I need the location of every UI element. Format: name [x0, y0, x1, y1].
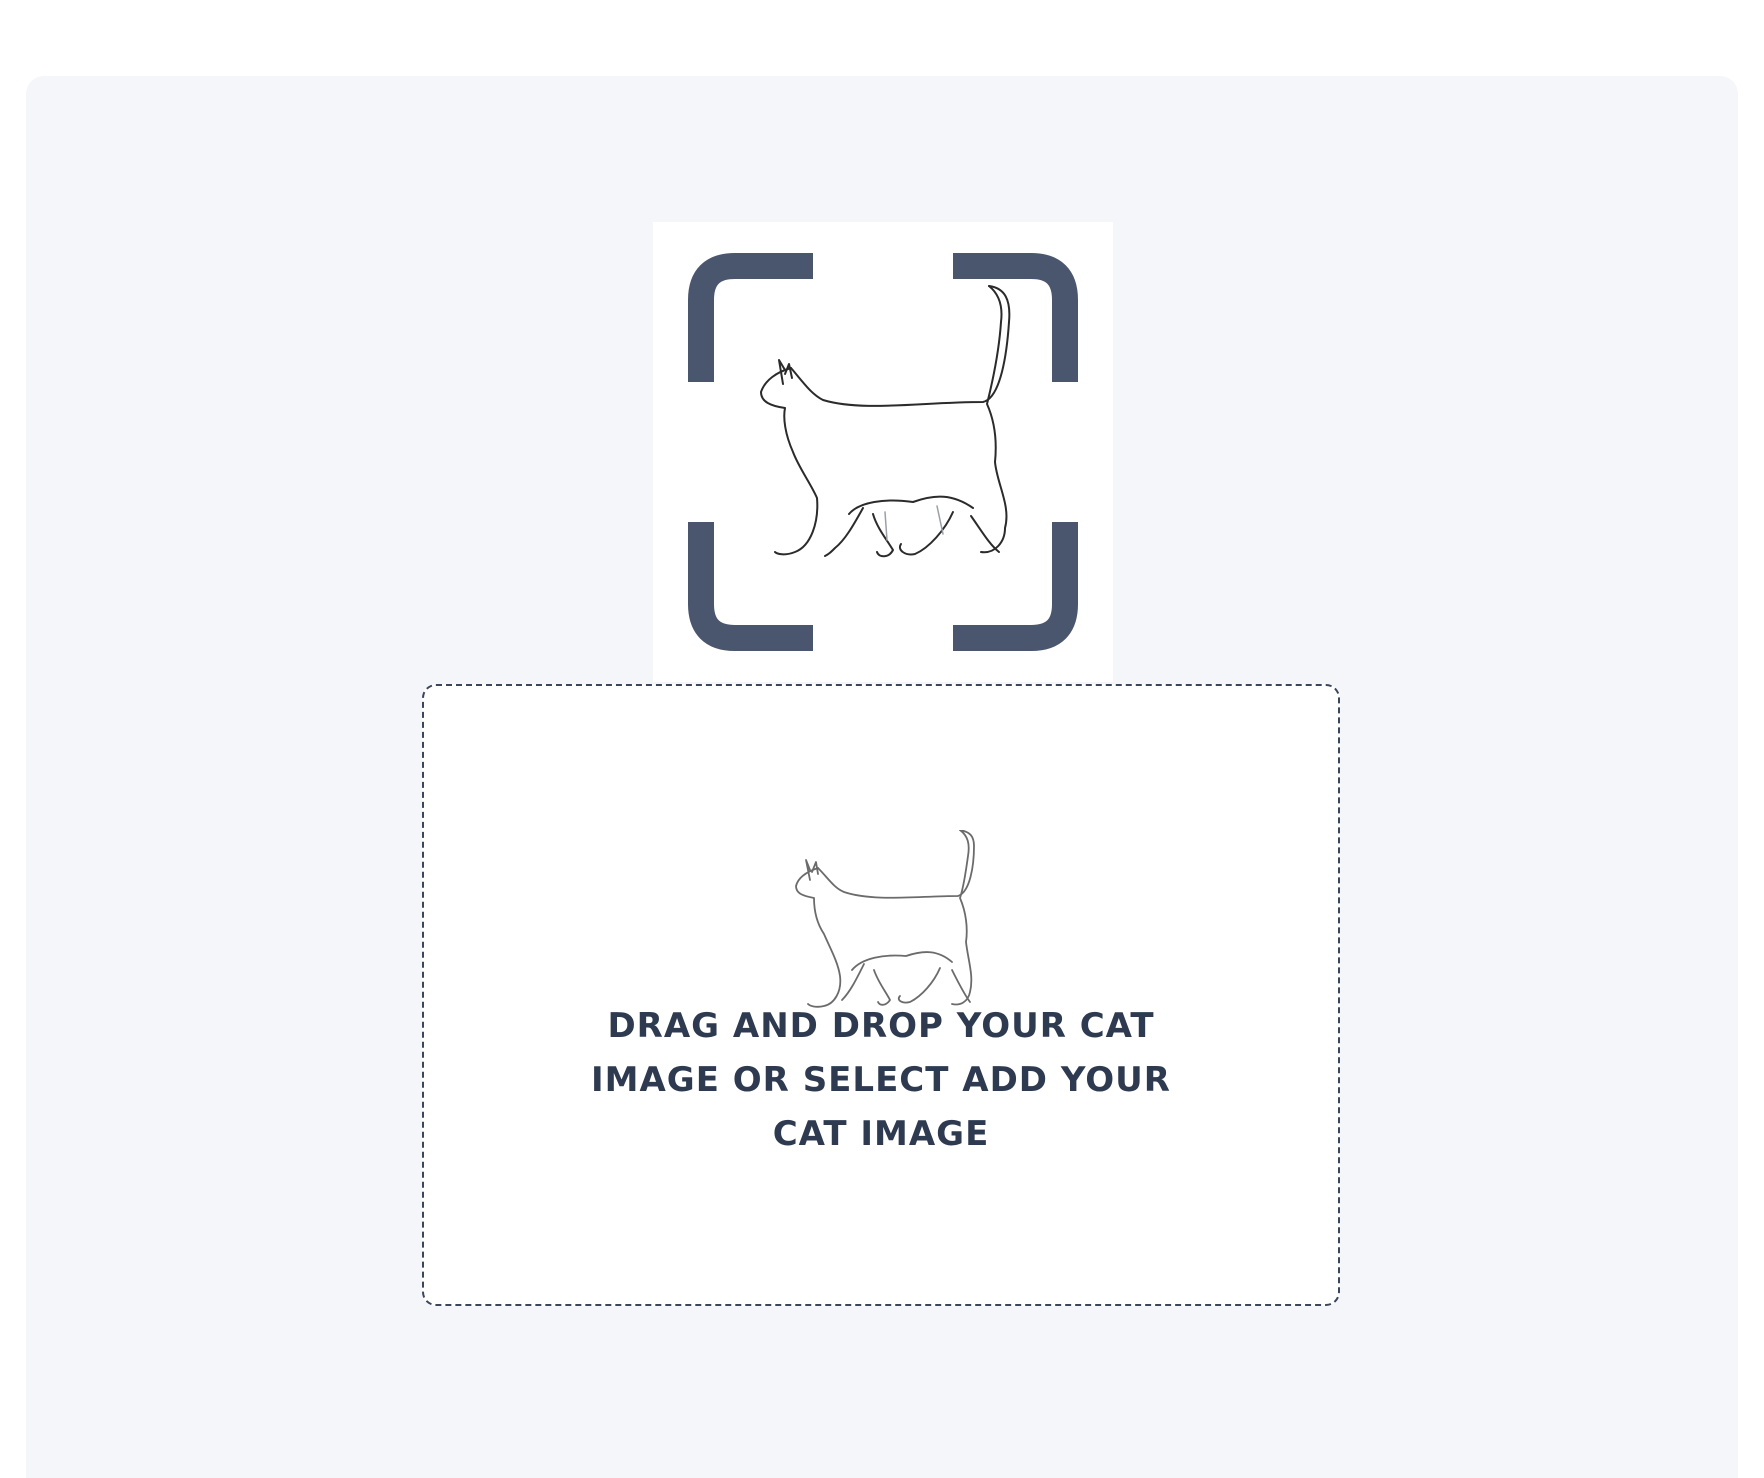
- cat-scan-icon: [688, 253, 1078, 651]
- upload-instructions: DRAG AND DROP YOUR CAT IMAGE OR SELECT A…: [591, 1006, 1171, 1154]
- image-drop-zone[interactable]: DRAG AND DROP YOUR CAT IMAGE OR SELECT A…: [422, 684, 1340, 1306]
- cat-outline-icon: [795, 830, 975, 1008]
- cat-scan-logo: [653, 222, 1113, 682]
